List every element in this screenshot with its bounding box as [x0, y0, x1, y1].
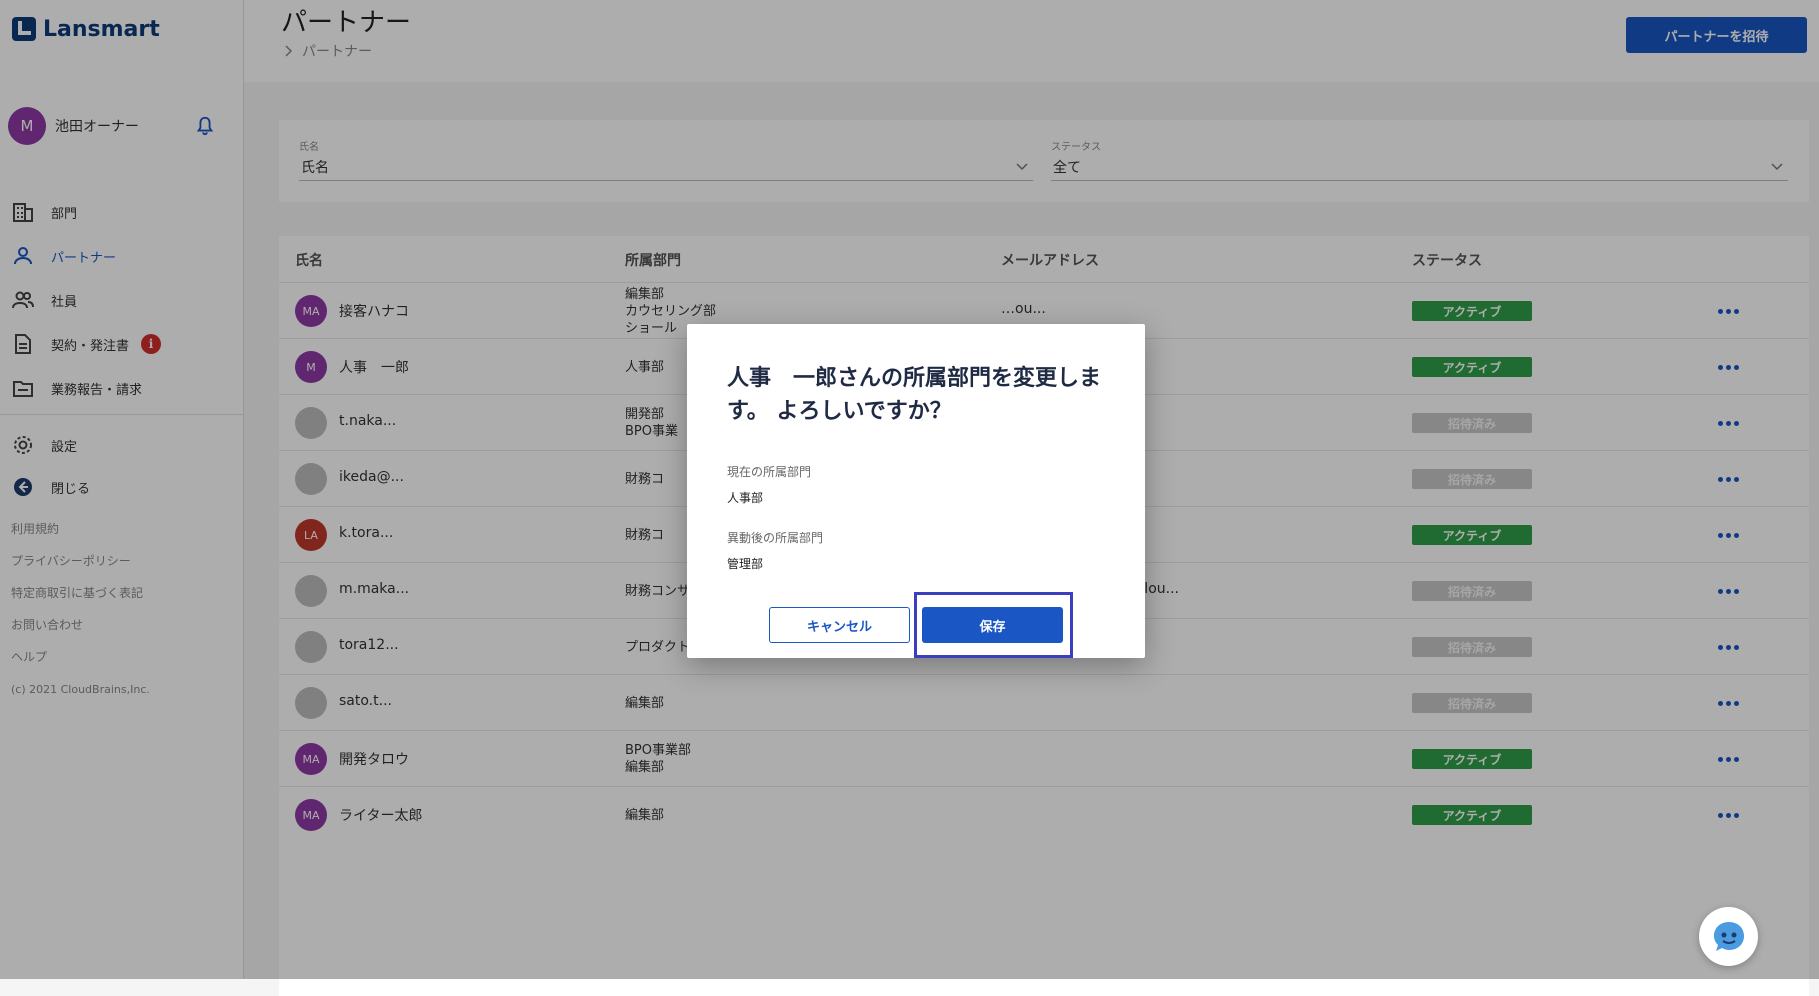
chat-bot-icon	[1713, 921, 1744, 951]
save-button[interactable]: 保存	[922, 607, 1063, 643]
new-dept-label: 異動後の所属部門	[727, 531, 824, 545]
current-dept-value: 人事部	[727, 491, 764, 505]
confirm-dialog: 人事 一郎さんの所属部門を変更します。 よろしいですか？ 現在の所属部門 人事部…	[687, 324, 1145, 658]
current-dept-label: 現在の所属部門	[727, 465, 812, 479]
cancel-button[interactable]: キャンセル	[769, 607, 910, 643]
dialog-title: 人事 一郎さんの所属部門を変更します。 よろしいですか？	[727, 366, 1102, 424]
new-dept-value: 管理部	[727, 557, 764, 571]
chatbot-button[interactable]	[1699, 907, 1758, 966]
